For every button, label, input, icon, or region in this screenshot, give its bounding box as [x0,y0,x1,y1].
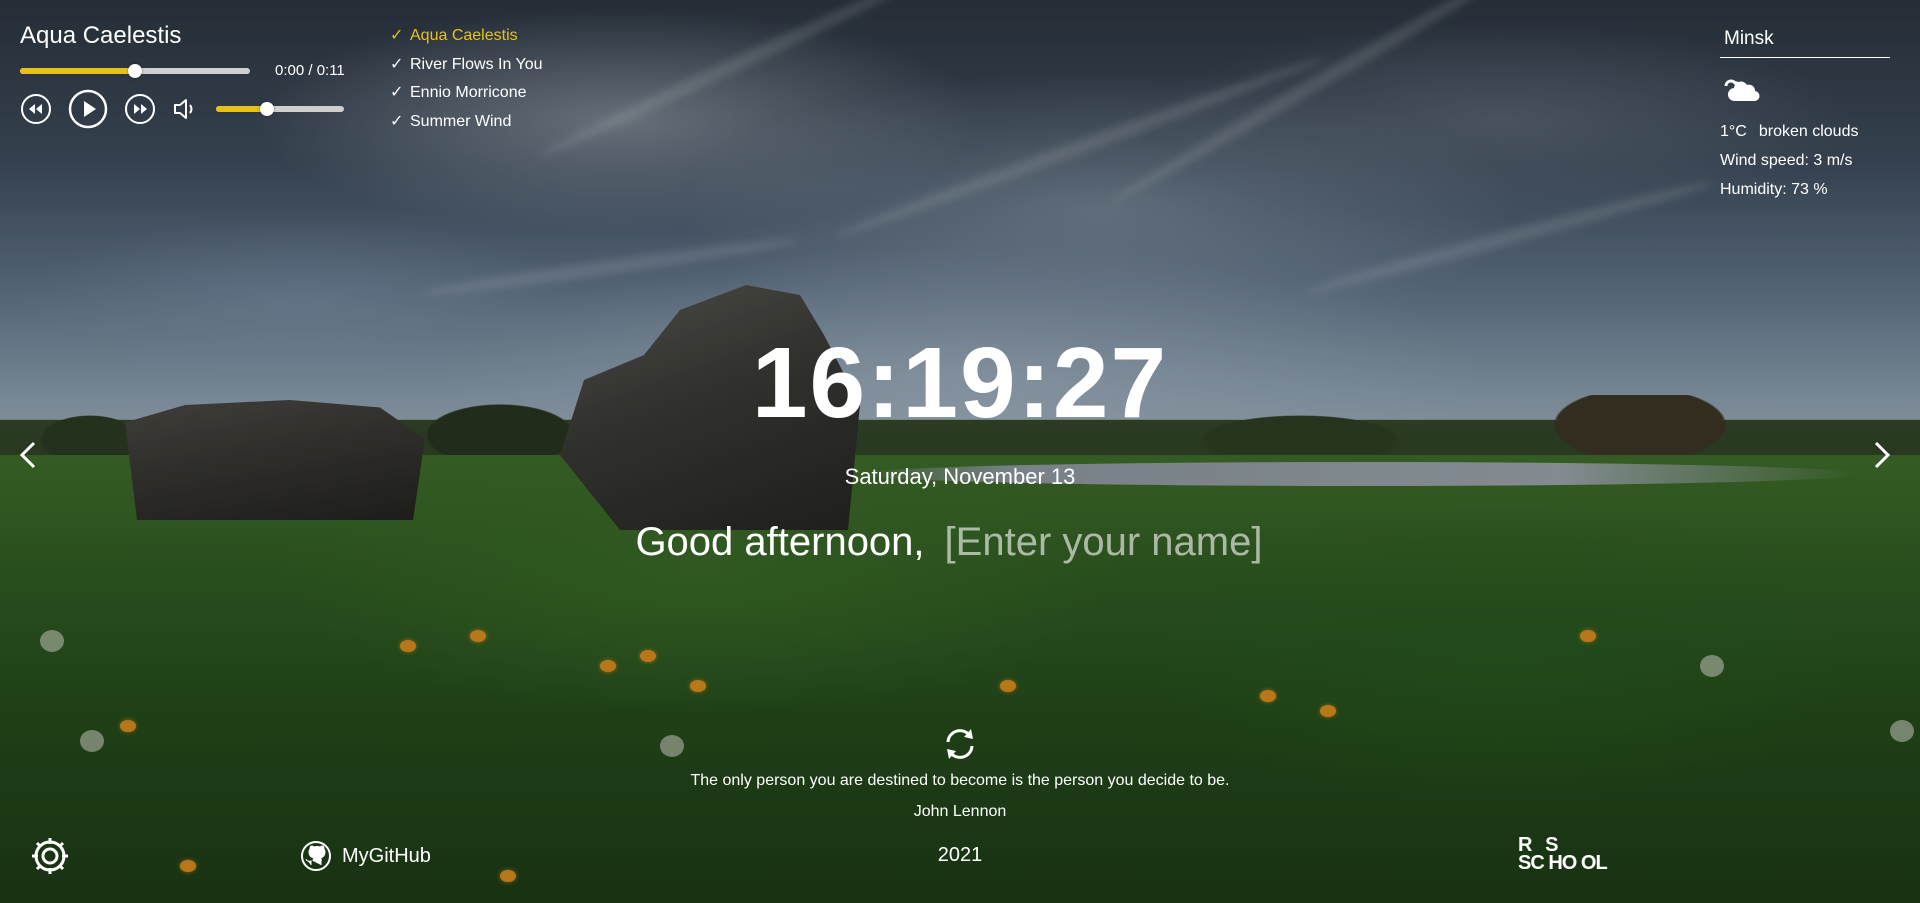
weather-summary: 1°C broken clouds [1720,122,1890,151]
progress-knob[interactable] [128,63,142,78]
greeting-text: Good afternoon, [635,520,925,564]
audio-player: Aqua Caelestis 0:00 / 0:11 [20,20,360,129]
playlist-item[interactable]: ✓ Ennio Morricone [390,83,543,112]
playlist-item-label: Ennio Morricone [410,84,527,101]
forward-button[interactable] [124,93,156,125]
quote-author: John Lennon [913,803,1007,820]
quote-text: The only person you are destined to beco… [690,772,1230,789]
playlist-item-label: Summer Wind [410,112,512,130]
playlist-item[interactable]: ✓ River Flows In You [390,55,543,84]
humidity: Humidity: 73 % [1720,181,1828,198]
refresh-icon [946,729,974,759]
playlist-item[interactable]: ✓ Aqua Caelestis [390,26,543,55]
volume-button[interactable] [172,96,198,122]
progress-row: 0:00 / 0:11 [20,62,360,79]
date: Saturday, November 13 [844,464,1076,489]
overlay [0,0,1920,903]
wind-speed: Wind speed: 3 m/s [1720,152,1853,169]
change-quote-button[interactable] [942,726,978,767]
track-time: 0:00 / 0:11 [275,62,345,79]
progress-fill [20,67,135,74]
broken-clouds-icon [1724,79,1760,102]
playlist: ✓ Aqua Caelestis ✓ River Flows In You ✓ Enn… [390,26,543,140]
rewind-icon [21,94,51,124]
rewind-button[interactable] [20,93,52,125]
check-icon: ✓ [390,27,404,44]
play-button[interactable] [68,89,108,129]
clock: 16:19:27 [751,327,1169,439]
year: 2021 [937,844,983,866]
check-icon: ✓ [390,112,404,130]
temperature: 1°C [1720,123,1747,140]
volume-slider[interactable] [216,102,344,116]
name-input[interactable] [944,520,1285,565]
weather-icon-wrap [1720,74,1890,108]
weather-description: broken clouds [1758,123,1859,140]
forward-icon [125,94,155,124]
playlist-item-label: Aqua Caelestis [410,27,518,44]
play-icon [68,89,108,129]
volume-icon [174,99,193,119]
track-title: Aqua Caelestis [20,22,182,49]
background-image [0,0,1920,903]
greeting-row: Good afternoon, [0,520,1920,565]
volume-knob[interactable] [260,102,275,116]
check-icon: ✓ [390,84,404,101]
city-input[interactable]: Minsk [1720,26,1890,58]
weather-widget: Minsk 1°C broken clouds Wind speed: 3 m/s… [1720,26,1890,209]
rs-school-logo[interactable]: R S SC HO OL [1518,835,1618,876]
playlist-item[interactable]: ✓ Summer Wind [390,112,543,141]
player-controls [20,89,360,129]
check-icon: ✓ [390,55,404,73]
playlist-item-label: River Flows In You [410,55,543,73]
progress-bar[interactable] [20,63,250,78]
rs-logo-line2: SC HO OL [1518,852,1608,874]
